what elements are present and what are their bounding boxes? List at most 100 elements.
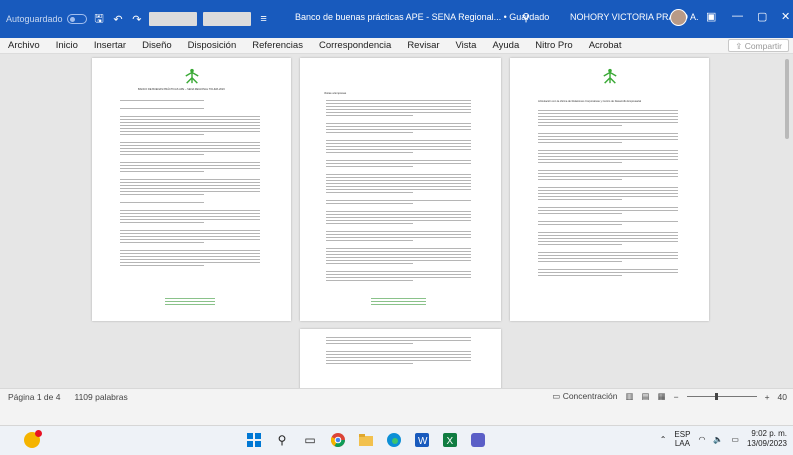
- battery-icon[interactable]: ▭: [731, 435, 739, 444]
- chrome-icon[interactable]: [330, 432, 346, 448]
- text-line: [120, 100, 204, 101]
- teams-icon[interactable]: [470, 432, 486, 448]
- tab-inicio[interactable]: Inicio: [56, 40, 78, 51]
- toggle-switch-icon[interactable]: [66, 14, 87, 24]
- zoom-slider-knob[interactable]: [714, 393, 718, 400]
- text-line: [538, 133, 678, 134]
- undo-icon[interactable]: ↶: [111, 13, 124, 26]
- text-line: [538, 207, 678, 208]
- wifi-icon[interactable]: ◠: [698, 435, 705, 444]
- read-mode-icon[interactable]: ▥: [626, 391, 634, 402]
- customize-toolbar-icon[interactable]: ≡: [257, 13, 270, 25]
- vertical-scrollbar[interactable]: [784, 55, 790, 388]
- zoom-in-icon[interactable]: +: [765, 392, 770, 402]
- tab-insertar[interactable]: Insertar: [94, 40, 126, 51]
- zoom-out-icon[interactable]: −: [674, 392, 679, 402]
- tab-correspondencia[interactable]: Correspondencia: [319, 40, 391, 51]
- clock-date: 13/09/2023: [746, 439, 787, 448]
- search-icon[interactable]: ⚲: [522, 11, 530, 24]
- text-line: [326, 254, 471, 255]
- text-line: [326, 257, 471, 258]
- weather-widget-icon[interactable]: [24, 430, 42, 448]
- text-line: [326, 260, 471, 261]
- volume-icon[interactable]: 🔈: [713, 435, 723, 444]
- page-count[interactable]: Página 1 de 4: [8, 392, 60, 402]
- close-button[interactable]: ✕: [781, 10, 790, 23]
- text-line: [120, 265, 204, 266]
- tab-diseno[interactable]: Diseño: [142, 40, 172, 51]
- text-line: [120, 168, 260, 169]
- zoom-level[interactable]: 40: [778, 392, 787, 402]
- tab-nitro-pro[interactable]: Nitro Pro: [535, 40, 572, 51]
- tab-vista[interactable]: Vista: [456, 40, 477, 51]
- text-line: [538, 153, 678, 154]
- tab-referencias[interactable]: Referencias: [252, 40, 303, 51]
- minimize-button[interactable]: —: [732, 10, 743, 22]
- language-code: ESP: [674, 430, 691, 439]
- text-line: [120, 194, 204, 195]
- edge-icon[interactable]: [386, 432, 402, 448]
- redo-icon[interactable]: ↷: [130, 13, 143, 26]
- text-line: [538, 196, 678, 197]
- text-line: [326, 220, 471, 221]
- chevron-up-icon[interactable]: ⌃: [660, 435, 667, 444]
- document-page-1[interactable]: BANCO DE BUENAS PRÁCTICAS APE – SENA REG…: [92, 58, 291, 321]
- footer-line: [165, 304, 215, 305]
- file-explorer-icon[interactable]: [358, 432, 374, 448]
- text-line: [326, 263, 413, 264]
- text-line: [538, 241, 678, 242]
- focus-mode-button[interactable]: ▭ Concentración: [552, 391, 617, 402]
- avatar[interactable]: [670, 9, 687, 26]
- restore-button[interactable]: ▢: [757, 10, 767, 23]
- text-line: [120, 182, 260, 183]
- word-count[interactable]: 1109 palabras: [74, 392, 127, 402]
- text-line: [326, 186, 471, 187]
- windows-taskbar: ⚲ ▭ W X ⌃ ESP LAA ◠ 🔈 ▭ 9:02 p. m. 13/09…: [0, 425, 793, 455]
- text-line: [326, 112, 471, 113]
- tab-revisar[interactable]: Revisar: [407, 40, 439, 51]
- ribbon-display-icon[interactable]: ▣: [706, 10, 716, 23]
- text-line: [538, 116, 678, 117]
- scrollbar-thumb[interactable]: [785, 59, 789, 139]
- text-line: [326, 152, 413, 153]
- text-line: [538, 170, 678, 171]
- tab-acrobat[interactable]: Acrobat: [589, 40, 622, 51]
- text-line: [120, 191, 260, 192]
- save-icon[interactable]: 🖫: [93, 10, 106, 29]
- font-box[interactable]: [203, 12, 252, 26]
- share-button[interactable]: ⇪ Compartir: [728, 39, 789, 52]
- text-line: [326, 337, 471, 338]
- text-line: [326, 149, 471, 150]
- document-page-4[interactable]: [300, 329, 501, 388]
- search-icon[interactable]: ⚲: [274, 432, 290, 448]
- text-line: [326, 277, 471, 278]
- document-page-3[interactable]: Articulación con la oficina de Relacione…: [510, 58, 709, 321]
- document-canvas[interactable]: BANCO DE BUENAS PRÁCTICAS APE – SENA REG…: [0, 55, 793, 388]
- word-icon[interactable]: W: [414, 432, 430, 448]
- document-page-2[interactable]: Visitas a Empresas: [300, 58, 501, 321]
- tab-disposicion[interactable]: Disposición: [188, 40, 237, 51]
- text-line: [326, 166, 413, 167]
- zoom-slider[interactable]: [686, 393, 757, 400]
- start-icon[interactable]: [246, 432, 262, 448]
- text-line: [538, 119, 678, 120]
- print-layout-icon[interactable]: ▤: [642, 391, 650, 402]
- text-line: [326, 140, 471, 141]
- autosave-toggle[interactable]: Autoguardado: [6, 14, 87, 24]
- text-line: [538, 258, 678, 259]
- document-title[interactable]: Banco de buenas prácticas APE - SENA Reg…: [295, 12, 549, 22]
- excel-icon[interactable]: X: [442, 432, 458, 448]
- style-box[interactable]: [149, 12, 198, 26]
- text-line: [326, 189, 471, 190]
- clock[interactable]: 9:02 p. m. 13/09/2023: [747, 429, 787, 449]
- task-view-icon[interactable]: ▭: [302, 432, 318, 448]
- input-language[interactable]: ESP LAA: [674, 430, 690, 448]
- view-controls: ▭ Concentración ▥ ▤ ▦ − + 40: [552, 391, 787, 402]
- text-line: [120, 253, 260, 254]
- web-layout-icon[interactable]: ▦: [658, 391, 666, 402]
- tab-ayuda[interactable]: Ayuda: [492, 40, 519, 51]
- text-line: [120, 151, 260, 152]
- text-line: [326, 214, 471, 215]
- tab-archivo[interactable]: Archivo: [8, 40, 40, 51]
- page-1-heading: BANCO DE BUENAS PRÁCTICAS APE – SENA REG…: [138, 88, 225, 91]
